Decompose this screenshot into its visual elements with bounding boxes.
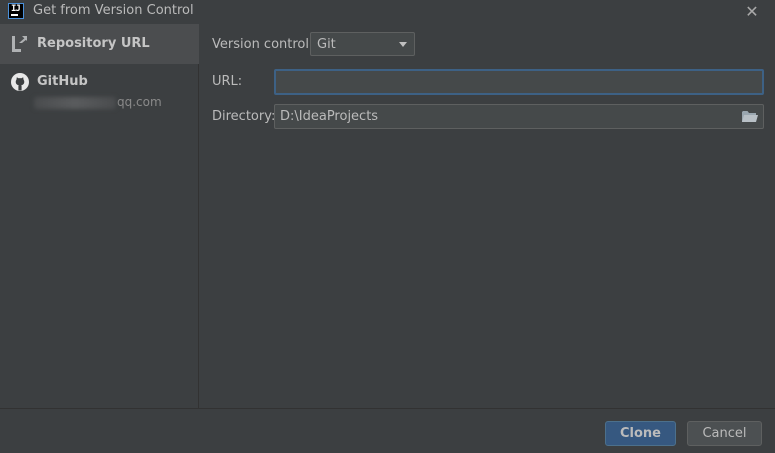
version-control-value: Git	[317, 37, 336, 52]
clone-button[interactable]: Clone	[605, 421, 676, 446]
sidebar-item-label: GitHub	[37, 74, 88, 89]
url-label: URL:	[212, 74, 243, 89]
redacted-blur	[34, 96, 116, 109]
close-icon[interactable]: ✕	[742, 1, 762, 21]
directory-value: D:\IdeaProjects	[280, 109, 379, 124]
folder-icon[interactable]	[741, 109, 759, 124]
sidebar-item-repository-url[interactable]: Repository URL	[0, 24, 199, 64]
chevron-down-icon	[399, 42, 407, 47]
repository-url-icon	[10, 34, 30, 54]
bottom-divider	[0, 408, 775, 409]
sidebar-item-label: Repository URL	[37, 36, 150, 51]
github-account-email: qq.com	[34, 95, 162, 109]
github-icon	[10, 72, 30, 92]
intellij-icon: IJ	[8, 3, 24, 19]
url-input[interactable]	[274, 69, 764, 95]
sidebar-item-github[interactable]: GitHub qq.com	[0, 64, 199, 116]
sidebar: Repository URL GitHub qq.com	[0, 24, 199, 408]
title-bar: IJ Get from Version Control ✕	[0, 0, 775, 22]
directory-field[interactable]: D:\IdeaProjects	[274, 104, 764, 129]
window-title: Get from Version Control	[33, 3, 194, 18]
version-control-select[interactable]: Git	[310, 32, 415, 56]
cancel-button[interactable]: Cancel	[687, 421, 762, 446]
account-email-suffix: qq.com	[117, 95, 162, 109]
directory-label: Directory:	[212, 109, 276, 124]
version-control-label: Version control:	[212, 37, 314, 52]
